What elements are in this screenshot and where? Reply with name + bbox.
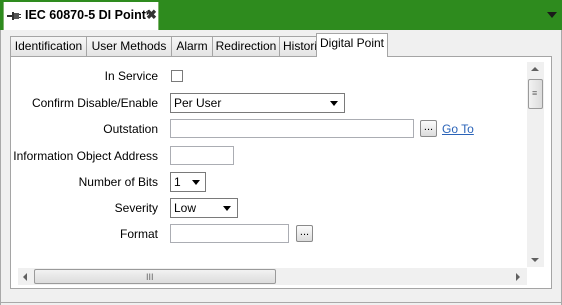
horizontal-scroll-thumb[interactable]: III <box>34 269 276 284</box>
chevron-down-icon <box>223 206 231 211</box>
tab-label: Identification <box>14 39 83 53</box>
in-service-label: In Service <box>104 69 158 83</box>
chevron-down-icon <box>330 101 338 106</box>
tab-label: User Methods <box>91 39 167 53</box>
outstation-goto-link[interactable]: Go To <box>442 122 474 136</box>
tab-user-methods[interactable]: User Methods <box>86 36 172 56</box>
information-object-address-input[interactable] <box>170 146 234 165</box>
document-tab-bar: IEC 60870-5 DI Point* ✖ <box>0 0 562 30</box>
scroll-down-icon[interactable] <box>531 258 539 262</box>
scroll-up-icon[interactable] <box>531 67 539 71</box>
horizontal-scrollbar[interactable]: III <box>18 268 527 285</box>
severity-label: Severity <box>114 201 158 215</box>
chevron-down-icon <box>192 180 200 185</box>
number-of-bits-label: Number of Bits <box>78 175 158 189</box>
document-tab[interactable]: IEC 60870-5 DI Point* ✖ <box>3 2 159 30</box>
confirm-disable-enable-label: Confirm Disable/Enable <box>31 96 158 110</box>
format-browse-button[interactable]: ... <box>296 225 313 242</box>
scroll-right-icon[interactable] <box>516 273 520 281</box>
point-plug-icon <box>7 12 21 20</box>
document-title: IEC 60870-5 DI Point* <box>25 8 151 22</box>
tab-alarm[interactable]: Alarm <box>171 36 213 56</box>
vertical-scroll-thumb[interactable]: ≡ <box>528 79 543 109</box>
severity-value: Low <box>174 201 197 215</box>
number-of-bits-value: 1 <box>174 175 181 189</box>
format-label: Format <box>119 227 158 241</box>
grip-icon: ≡ <box>532 88 538 98</box>
outstation-input[interactable] <box>170 119 414 138</box>
confirm-disable-enable-select[interactable]: Per User <box>170 93 345 113</box>
confirm-disable-enable-value: Per User <box>174 96 222 110</box>
tab-label: Digital Point <box>319 36 385 50</box>
close-tab-icon[interactable]: ✖ <box>146 7 157 23</box>
window-bottom-border <box>0 302 562 303</box>
vertical-scrollbar[interactable]: ≡ <box>527 62 544 267</box>
severity-select[interactable]: Low <box>170 198 238 218</box>
document-list-dropdown-icon[interactable] <box>547 12 557 18</box>
scroll-left-icon[interactable] <box>23 273 27 281</box>
in-service-checkbox[interactable] <box>171 70 183 82</box>
format-input[interactable] <box>170 224 289 243</box>
tab-digital-point[interactable]: Digital Point <box>316 33 388 57</box>
tab-identification[interactable]: Identification <box>10 36 87 56</box>
grip-icon: III <box>146 272 154 282</box>
tab-redirection[interactable]: Redirection <box>212 36 280 56</box>
outstation-browse-button[interactable]: ... <box>420 120 437 137</box>
digital-point-panel <box>10 56 552 289</box>
number-of-bits-select[interactable]: 1 <box>170 172 206 192</box>
tab-label: Redirection <box>215 39 277 53</box>
tab-label: Alarm <box>176 39 208 53</box>
outstation-label: Outstation <box>103 122 158 136</box>
information-object-address-label: Information Object Address <box>13 149 158 163</box>
